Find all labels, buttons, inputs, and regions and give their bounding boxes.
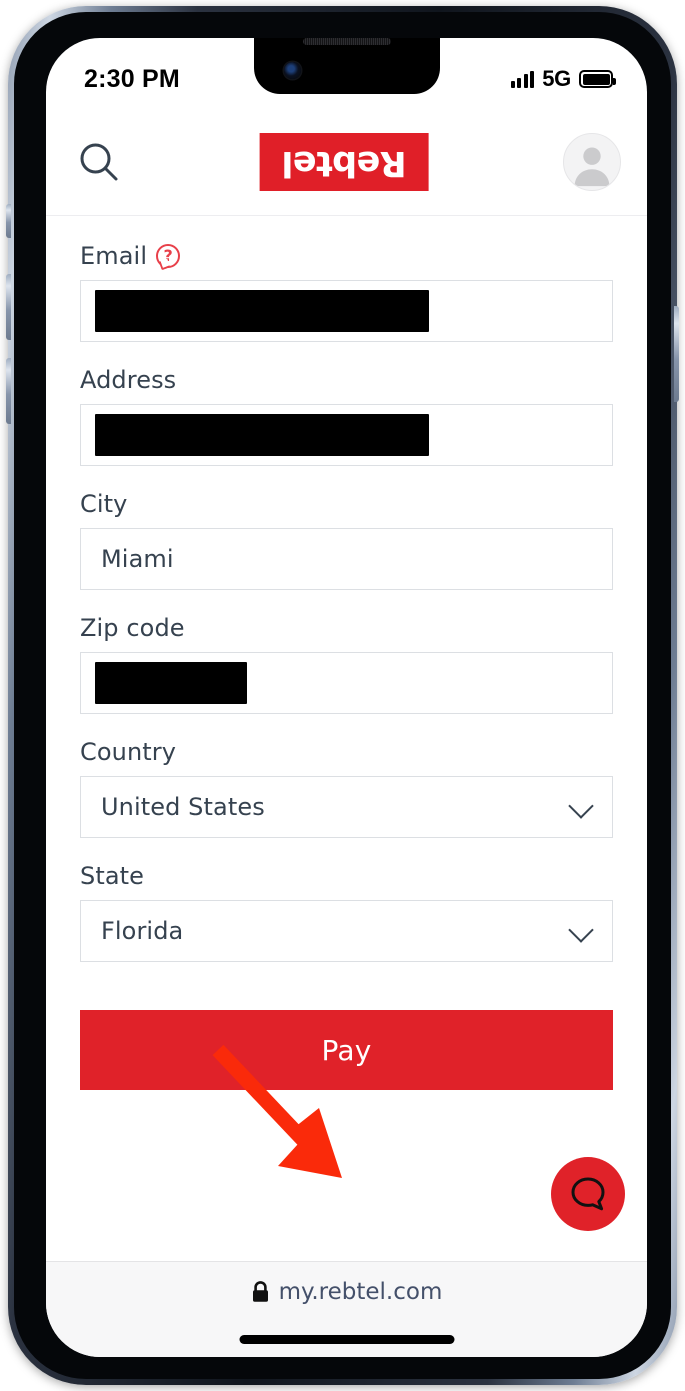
chevron-down-icon [568, 793, 594, 819]
front-camera-icon [283, 62, 301, 79]
pay-button-label: Pay [321, 1033, 372, 1067]
chevron-down-icon [568, 917, 594, 943]
volume-up-button[interactable] [6, 274, 11, 340]
redaction-bar [95, 414, 429, 456]
country-label-row: Country [80, 738, 613, 766]
email-field-group: Email ? [80, 242, 613, 342]
question-mark-bubble-icon[interactable]: ? [156, 244, 181, 268]
volume-down-button[interactable] [6, 358, 11, 424]
city-value: Miami [101, 545, 174, 573]
earpiece-speaker [302, 38, 391, 45]
status-bar-time: 2:30 PM [84, 64, 180, 93]
country-label: Country [80, 738, 177, 766]
rebtel-logo-text: Rebtel [282, 142, 407, 183]
state-value: Florida [101, 917, 184, 945]
status-bar-indicators: 5G [510, 66, 616, 92]
country-field-group: Country United States [80, 738, 613, 838]
app-header: Rebtel [46, 108, 647, 216]
email-field[interactable] [80, 280, 613, 342]
city-field[interactable]: Miami [80, 528, 613, 590]
address-label-row: Address [80, 366, 613, 394]
phone-body: 2:30 PM 5G Rebtel Email ? Address City M… [14, 12, 671, 1379]
address-label: Address [80, 366, 177, 394]
battery-full-icon [579, 70, 616, 88]
country-select[interactable]: United States [80, 776, 613, 838]
chat-bubble-icon[interactable] [551, 1157, 625, 1231]
city-label: City [80, 490, 128, 518]
person-avatar-icon[interactable] [562, 132, 621, 191]
zip-code-field-group: Zip code [80, 614, 613, 714]
zip-code-label: Zip code [80, 614, 185, 642]
city-field-group: City Miami [80, 490, 613, 590]
zip-code-label-row: Zip code [80, 614, 613, 642]
state-label: State [80, 862, 145, 890]
pay-button[interactable]: Pay [80, 1010, 613, 1090]
address-field[interactable] [80, 404, 613, 466]
state-select[interactable]: Florida [80, 900, 613, 962]
network-type-label: 5G [542, 66, 571, 91]
country-value: United States [101, 793, 265, 821]
phone-device-frame: 2:30 PM 5G Rebtel Email ? Address City M… [6, 6, 679, 1385]
rebtel-logo[interactable]: Rebtel [260, 132, 429, 191]
url-bar[interactable]: my.rebtel.com [251, 1279, 443, 1305]
state-label-row: State [80, 862, 613, 890]
home-indicator[interactable] [239, 1335, 454, 1344]
state-field-group: State Florida [80, 862, 613, 962]
redaction-bar [95, 290, 429, 332]
url-text: my.rebtel.com [278, 1279, 443, 1305]
checkout-form: Email ? Address City Miami Zip code Coun… [46, 216, 647, 1261]
signal-bars-icon [510, 70, 535, 88]
city-label-row: City [80, 490, 613, 518]
power-button[interactable] [674, 306, 679, 402]
dynamic-island [253, 38, 440, 94]
address-field-group: Address [80, 366, 613, 466]
mute-switch-button[interactable] [6, 204, 11, 238]
browser-bottom-bar: my.rebtel.com [46, 1261, 647, 1357]
phone-screen: 2:30 PM 5G Rebtel Email ? Address City M… [46, 38, 647, 1357]
email-label: Email [80, 242, 148, 270]
redaction-bar [95, 662, 248, 704]
search-icon[interactable] [72, 135, 126, 189]
lock-icon [252, 1280, 268, 1302]
email-label-row: Email ? [80, 242, 613, 270]
zip-code-field[interactable] [80, 652, 613, 714]
